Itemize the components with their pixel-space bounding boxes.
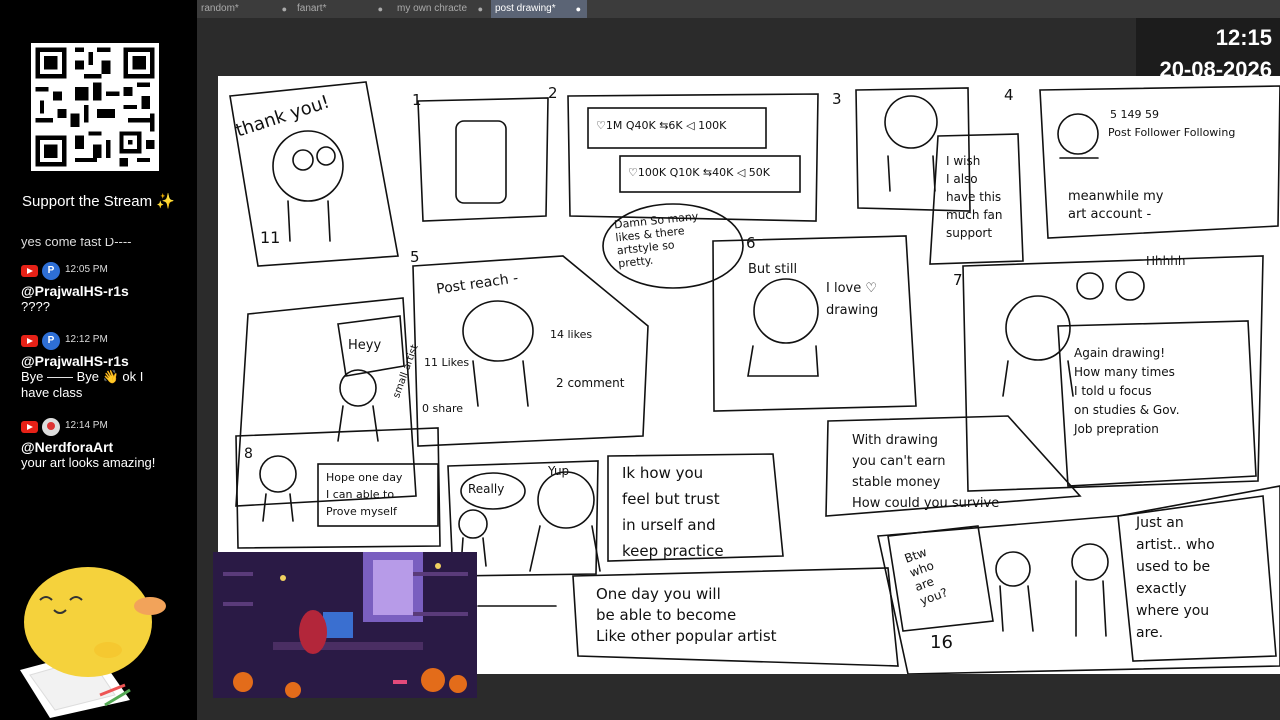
tab-random[interactable]: random* ●: [197, 0, 293, 18]
chat-username: @PrajwalHS-r1s: [21, 283, 129, 299]
chat-message: 12:14 PM @NerdforaArt your art looks ama…: [0, 418, 170, 471]
panel-number: 7: [953, 271, 963, 289]
comment-count-label: 2 comment: [556, 376, 625, 390]
pixel-art-room-scene: [213, 552, 477, 698]
speech-bubble-hope: Hope one day I can able to Prove myself: [326, 471, 403, 518]
qr-code[interactable]: [31, 43, 159, 171]
panel-number: 4: [1004, 86, 1014, 104]
panel-number: 11: [260, 228, 281, 247]
speech-bubble-parents: Again drawing! How many times I told u foc…: [1074, 346, 1180, 436]
speech-bubble-damn: Damn So many likes & there artstyle so pret…: [613, 209, 699, 271]
caption-but-still: But still: [748, 262, 798, 277]
chat-feed: yes come fast D---- P 12:05 PM @PrajwalHS…: [0, 238, 197, 500]
caption-just-an-artist: Just an artist.. who used to be exactly wher…: [1136, 515, 1215, 641]
tab-fanart[interactable]: fanart* ●: [293, 0, 389, 18]
likes-count-label: 11 Likes: [424, 356, 470, 369]
caption-sigh: Hhhhh: [1146, 254, 1186, 268]
panel-number: 16: [930, 632, 953, 653]
chat-text: ????: [21, 299, 50, 314]
panel-number: 3: [832, 90, 842, 108]
panel-number: 1: [412, 91, 422, 109]
duck-mascot-drawing: [0, 560, 197, 720]
profile-stats-labels: Post Follower Following: [1108, 126, 1236, 139]
youtube-icon: [21, 421, 38, 433]
avatar: P: [42, 262, 60, 280]
speech-bubble-yup: Yup: [548, 464, 570, 478]
unsaved-dot-icon[interactable]: ●: [478, 0, 483, 18]
tab-post-drawing[interactable]: post drawing* ●: [491, 0, 587, 18]
speech-bubble-really: Really: [468, 482, 505, 496]
chat-username: @NerdforaArt: [21, 439, 114, 455]
unsaved-dot-icon[interactable]: ●: [576, 0, 581, 18]
chat-message-truncated: yes come fast D----: [21, 238, 132, 249]
chat-text: your art looks amazing!: [21, 455, 156, 470]
avatar: [42, 418, 60, 436]
caption-ik-how-you-feel: Ik how you feel but trust in urself and kee…: [622, 464, 724, 560]
clock-time: 12:15: [1215, 25, 1272, 50]
profile-stats-numbers: 5 149 59: [1110, 108, 1159, 121]
chat-message: P 12:12 PM @PrajwalHS-r1s Bye —— Bye 👋 ok…: [0, 332, 170, 401]
share-count-label: 0 share: [422, 402, 463, 415]
panel-number: 2: [548, 84, 558, 102]
unsaved-dot-icon[interactable]: ●: [282, 0, 287, 18]
avatar: P: [42, 332, 60, 350]
chat-message: P 12:05 PM @PrajwalHS-r1s ????: [0, 262, 170, 315]
chat-username: @PrajwalHS-r1s: [21, 353, 129, 369]
unsaved-dot-icon[interactable]: ●: [378, 0, 383, 18]
document-tab-bar: random* ● fanart* ● my own chracte ● post d…: [197, 0, 1280, 18]
engagement-stats-row: ♡1M Q40K ⇆6K ◁ 100K: [596, 119, 727, 132]
chat-timestamp: 12:12 PM: [65, 334, 108, 345]
panel-number: 6: [746, 234, 756, 252]
speech-bubble-stable-money: With drawing you can't earn stable money Ho…: [852, 433, 1000, 511]
caption-i-wish: I wish I also have this much fan support: [946, 154, 1003, 240]
panel-number: 5: [410, 248, 420, 266]
youtube-icon: [21, 335, 38, 347]
stream-sidebar: Support the Stream ✨ yes come fast D----…: [0, 0, 197, 720]
panel-number: 8: [244, 446, 253, 462]
likes-count-label: 14 likes: [550, 328, 593, 341]
chat-timestamp: 12:14 PM: [65, 420, 108, 431]
tab-my-own-character[interactable]: my own chracte ●: [393, 0, 489, 18]
caption-meanwhile: meanwhile my art account -: [1068, 189, 1164, 222]
chat-text: Bye —— Bye 👋 ok I have class: [21, 369, 144, 400]
caption-one-day: One day you will be able to become Like ot…: [596, 585, 777, 645]
caption-i-love-drawing: I love ♡ drawing: [826, 281, 879, 318]
speech-bubble-heyy: Heyy: [348, 338, 382, 353]
chat-timestamp: 12:05 PM: [65, 264, 108, 275]
engagement-stats-row: ♡100K Q10K ⇆40K ◁ 50K: [628, 166, 771, 179]
youtube-icon: [21, 265, 38, 277]
support-stream-label: Support the Stream ✨: [22, 193, 175, 210]
